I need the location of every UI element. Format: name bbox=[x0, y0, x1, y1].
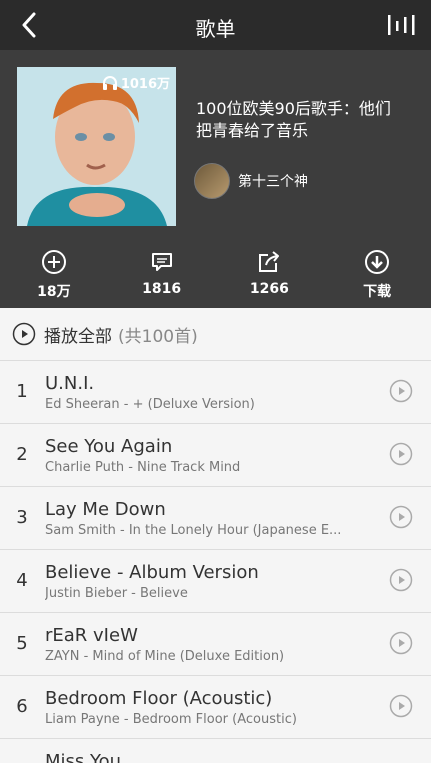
play-icon[interactable] bbox=[389, 694, 413, 718]
playlist-title: 100位欧美90后歌手：他们把青春给了音乐 bbox=[196, 99, 391, 140]
song-meta: Liam Payne - Bedroom Floor (Acoustic) bbox=[45, 712, 297, 727]
collect-button[interactable]: 18万 bbox=[0, 240, 108, 308]
share-button[interactable]: 1266 bbox=[216, 240, 324, 308]
song-number: 5 bbox=[16, 633, 28, 654]
song-count: (共100首) bbox=[118, 326, 198, 347]
song-number: 2 bbox=[16, 444, 28, 465]
song-row[interactable]: 3 Lay Me Down Sam Smith - In the Lonely … bbox=[0, 487, 431, 550]
song-meta: ZAYN - Mind of Mine (Deluxe Edition) bbox=[45, 649, 285, 664]
now-playing-button[interactable] bbox=[387, 12, 417, 38]
creator-avatar[interactable] bbox=[194, 163, 230, 199]
play-all-label[interactable]: 播放全部 bbox=[44, 322, 112, 347]
song-meta: Ed Sheeran - + (Deluxe Version) bbox=[45, 397, 255, 412]
song-meta: Charlie Puth - Nine Track Mind bbox=[45, 460, 241, 475]
song-row[interactable]: 2 See You Again Charlie Puth - Nine Trac… bbox=[0, 424, 431, 487]
collect-count: 18万 bbox=[37, 284, 71, 300]
play-count: 1016万 bbox=[102, 73, 170, 92]
add-circle-icon bbox=[41, 250, 66, 274]
play-icon[interactable] bbox=[389, 379, 413, 403]
song-meta: Sam Smith - In the Lonely Hour (Japanese… bbox=[45, 523, 342, 538]
song-row[interactable]: 6 Bedroom Floor (Acoustic) Liam Payne - … bbox=[0, 676, 431, 739]
song-title[interactable]: Bedroom Floor (Acoustic) bbox=[45, 688, 272, 709]
comment-count: 1816 bbox=[142, 281, 182, 297]
play-circle-icon[interactable] bbox=[12, 322, 36, 346]
song-list: 1 U.N.I. Ed Sheeran - + (Deluxe Version)… bbox=[0, 361, 431, 763]
download-icon bbox=[365, 250, 390, 274]
song-title[interactable]: Lay Me Down bbox=[45, 499, 166, 520]
song-title[interactable]: U.N.I. bbox=[45, 373, 94, 394]
share-count: 1266 bbox=[249, 281, 289, 297]
comment-button[interactable]: 1816 bbox=[108, 240, 216, 308]
headphones-icon bbox=[102, 75, 117, 90]
song-row[interactable]: 5 rEaR vIeW ZAYN - Mind of Mine (Deluxe … bbox=[0, 613, 431, 676]
now-playing-bars-icon bbox=[388, 15, 415, 35]
creator-name[interactable]: 第十三个神 bbox=[238, 171, 308, 191]
song-title[interactable]: Miss You bbox=[45, 751, 121, 763]
playlist-screen: 歌单 1016万 100位欧美90后歌手：他们把青春给了音乐 第十三个神 18万… bbox=[0, 0, 431, 763]
play-icon[interactable] bbox=[389, 568, 413, 592]
song-title[interactable]: Believe - Album Version bbox=[45, 562, 259, 583]
top-bar: 歌单 bbox=[0, 0, 431, 50]
song-row[interactable]: 4 Believe - Album Version Justin Bieber … bbox=[0, 550, 431, 613]
song-number: 4 bbox=[16, 570, 28, 591]
playlist-cover[interactable]: 1016万 bbox=[17, 67, 176, 226]
play-count-value: 1016万 bbox=[120, 77, 170, 92]
creator[interactable]: 第十三个神 bbox=[194, 163, 308, 199]
song-row[interactable]: 1 U.N.I. Ed Sheeran - + (Deluxe Version) bbox=[0, 361, 431, 424]
share-icon bbox=[259, 251, 280, 272]
play-icon[interactable] bbox=[389, 505, 413, 529]
comment-icon bbox=[151, 253, 172, 271]
song-number: 1 bbox=[16, 381, 28, 402]
song-row[interactable]: Miss You bbox=[0, 739, 431, 763]
page-title: 歌单 bbox=[195, 17, 236, 41]
play-all-row[interactable]: 播放全部 (共100首) bbox=[0, 308, 431, 361]
song-number: 6 bbox=[16, 696, 28, 717]
action-bar: 18万 1816 1266 下载 bbox=[0, 240, 431, 308]
song-title[interactable]: See You Again bbox=[45, 436, 172, 457]
play-icon[interactable] bbox=[389, 631, 413, 655]
song-number: 3 bbox=[16, 507, 28, 528]
song-meta: Justin Bieber - Believe bbox=[45, 586, 188, 601]
download-button[interactable]: 下载 bbox=[323, 240, 431, 308]
download-label: 下载 bbox=[363, 284, 392, 300]
song-title[interactable]: rEaR vIeW bbox=[45, 625, 138, 646]
play-icon[interactable] bbox=[389, 442, 413, 466]
